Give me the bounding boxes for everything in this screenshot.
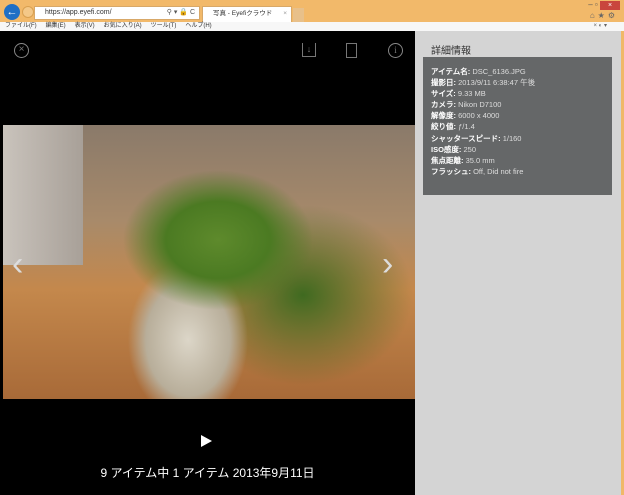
next-arrow-icon[interactable]: ›: [382, 245, 393, 284]
detail-value: 1/160: [500, 133, 522, 143]
item-caption: 9 アイテム中 1 アイテム 2013年9月11日: [100, 466, 315, 480]
gear-icon[interactable]: ⚙: [608, 11, 618, 20]
download-icon[interactable]: ↓: [302, 43, 316, 57]
detail-label: サイズ:: [431, 89, 456, 99]
detail-row: シャッタースピード: 1/160: [431, 133, 612, 144]
photo-background: [3, 125, 83, 265]
maximize-button[interactable]: ▫: [595, 0, 598, 9]
detail-row: サイズ: 9.33 MB: [431, 88, 612, 99]
detail-value: Nikon D7100: [456, 100, 502, 110]
detail-label: 撮影日:: [431, 78, 456, 88]
detail-value: 250: [461, 144, 477, 154]
tab-title: 写真 - Eyefiクラウド: [213, 10, 273, 17]
address-bar[interactable]: https://app.eyefi.com/ ⚲ ▾ 🔒 C: [34, 6, 200, 20]
details-box: アイテム名: DSC_6136.JPG 撮影日: 2013/9/11 6:38:…: [423, 57, 612, 195]
info-icon[interactable]: i: [388, 43, 403, 58]
menu-view[interactable]: 表示(V): [75, 23, 95, 29]
menu-help[interactable]: ヘルプ(H): [185, 23, 211, 29]
detail-row: 焦点距離: 35.0 mm: [431, 155, 612, 166]
detail-label: 解像度:: [431, 111, 456, 121]
detail-value: Off, Did not fire: [471, 166, 524, 176]
close-icon[interactable]: ×: [14, 43, 29, 58]
detail-row: フラッシュ: Off, Did not fire: [431, 166, 612, 177]
detail-value: 6000 x 4000: [456, 111, 500, 121]
detail-label: 焦点距離:: [431, 155, 464, 165]
details-panel: 詳細情報 アイテム名: DSC_6136.JPG 撮影日: 2013/9/11 …: [415, 31, 621, 495]
detail-row: ISO感度: 250: [431, 144, 612, 155]
browser-tab[interactable]: 写真 - Eyefiクラウド ×: [202, 6, 292, 22]
detail-label: カメラ:: [431, 100, 456, 110]
menu-tools[interactable]: ツール(T): [151, 23, 177, 29]
trash-icon[interactable]: [346, 43, 357, 58]
detail-value: 9.33 MB: [455, 89, 486, 99]
detail-label: フラッシュ:: [431, 166, 471, 176]
detail-label: アイテム名:: [431, 67, 471, 76]
previous-arrow-icon[interactable]: ‹: [12, 245, 23, 284]
detail-label: シャッタースピード:: [431, 133, 501, 143]
minimize-button[interactable]: –: [588, 0, 592, 9]
back-button[interactable]: ←: [4, 4, 20, 20]
detail-value: 2013/9/11 6:38:47 午後: [456, 78, 536, 88]
detail-row: アイテム名: DSC_6136.JPG: [431, 66, 612, 77]
browser-tools: ⌂★⚙: [590, 11, 618, 20]
menu-bar: ファイル(F) 編集(E) 表示(V) お気に入り(A) ツール(T) ヘルプ(H) × …: [0, 22, 624, 31]
photo: [3, 125, 415, 399]
new-tab-button[interactable]: [293, 8, 304, 22]
detail-value: ƒ/1.4: [456, 122, 475, 132]
detail-value: DSC_6136.JPG: [470, 67, 526, 76]
detail-row: 解像度: 6000 x 4000: [431, 110, 612, 121]
toolbar-extras[interactable]: × ◐ ▾: [594, 22, 607, 31]
detail-row: 絞り値: ƒ/1.4: [431, 121, 612, 132]
play-icon[interactable]: [201, 435, 212, 447]
photo-viewer: × ↓ i ‹ › 9 アイテム中 1 アイテム 2013年9月11日: [0, 31, 415, 495]
browser-titlebar: ← https://app.eyefi.com/ ⚲ ▾ 🔒 C 写真 - Eye…: [0, 0, 624, 22]
panel-title: 詳細情報: [431, 46, 471, 57]
home-icon[interactable]: ⌂: [590, 11, 598, 20]
detail-label: 絞り値:: [431, 122, 456, 132]
detail-value: 35.0 mm: [463, 155, 495, 165]
detail-row: 撮影日: 2013/9/11 6:38:47 午後: [431, 77, 612, 88]
close-window-button[interactable]: ×: [600, 1, 620, 10]
search-refresh-icons[interactable]: ⚲ ▾ 🔒 C: [167, 7, 195, 19]
forward-button[interactable]: [22, 6, 34, 18]
detail-label: ISO感度:: [431, 144, 462, 154]
close-tab-icon[interactable]: ×: [283, 7, 287, 21]
window-controls: – ▫ ×: [588, 0, 620, 10]
menu-favorites[interactable]: お気に入り(A): [104, 23, 142, 29]
detail-row: カメラ: Nikon D7100: [431, 99, 612, 110]
url-text: https://app.eyefi.com/: [45, 9, 112, 16]
menu-edit[interactable]: 編集(E): [46, 23, 66, 29]
favorites-icon[interactable]: ★: [598, 11, 608, 20]
menu-file[interactable]: ファイル(F): [5, 23, 37, 29]
